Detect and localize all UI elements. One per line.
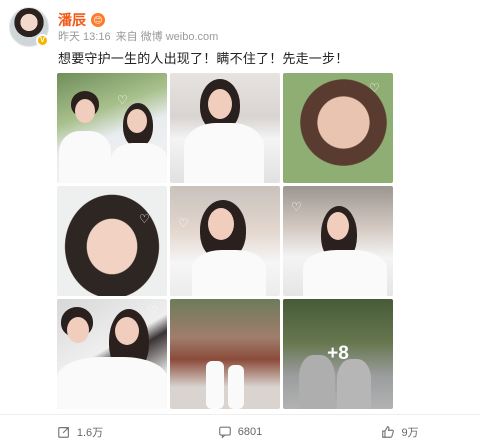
heart-doodle-icon: ♡: [369, 81, 380, 95]
action-bar: 1.6万 6801 9万: [0, 416, 480, 447]
heart-doodle-icon: ♡: [291, 200, 302, 214]
post-text: 想要守护一生的人出现了！瞒不住了！先走一步！: [58, 51, 349, 66]
heart-doodle-icon: ♡: [178, 216, 189, 230]
photo-thumbnail[interactable]: ♡: [57, 186, 167, 296]
member-icon[interactable]: 😊: [91, 13, 105, 27]
photo-thumbnail[interactable]: ♡: [57, 73, 167, 183]
comment-count: 6801: [237, 425, 263, 438]
verified-badge-icon: V: [36, 34, 49, 47]
photo-thumbnail[interactable]: ♡: [283, 186, 393, 296]
photo-thumbnail[interactable]: [170, 73, 280, 183]
photo-thumbnail[interactable]: ♡: [283, 73, 393, 183]
repost-icon: [58, 426, 69, 438]
username-link[interactable]: 潘辰: [58, 10, 86, 30]
post-source: 来自 微博 weibo.com: [115, 31, 219, 43]
photo-grid: ♡ ♡ ♡ ♡ ♡ ♡ +8: [57, 73, 393, 411]
repost-count: 1.6万: [76, 426, 104, 439]
heart-doodle-icon: ♡: [139, 212, 150, 226]
comment-icon: [218, 426, 231, 438]
post-meta: 昨天 13:16 来自 微博 weibo.com: [58, 28, 218, 44]
heart-doodle-icon: ♡: [117, 93, 128, 107]
post-time[interactable]: 昨天 13:16: [58, 28, 111, 44]
photo-thumbnail[interactable]: [170, 299, 280, 409]
action-divider: [0, 414, 480, 415]
photo-thumbnail[interactable]: +8: [283, 299, 393, 409]
comment-button[interactable]: 6801: [160, 416, 320, 447]
heart-doodle-icon: ♡: [147, 303, 158, 317]
user-name-row: 潘辰 😊: [58, 10, 105, 30]
more-photos-count: +8: [327, 343, 349, 364]
photo-thumbnail[interactable]: ♡: [170, 186, 280, 296]
photo-thumbnail[interactable]: ♡: [57, 299, 167, 409]
more-photos-overlay[interactable]: +8: [283, 299, 393, 409]
like-count: 9万: [401, 426, 419, 439]
repost-button[interactable]: 1.6万: [0, 416, 160, 447]
thumbs-up-icon: [382, 425, 395, 438]
like-button[interactable]: 9万: [320, 416, 480, 447]
